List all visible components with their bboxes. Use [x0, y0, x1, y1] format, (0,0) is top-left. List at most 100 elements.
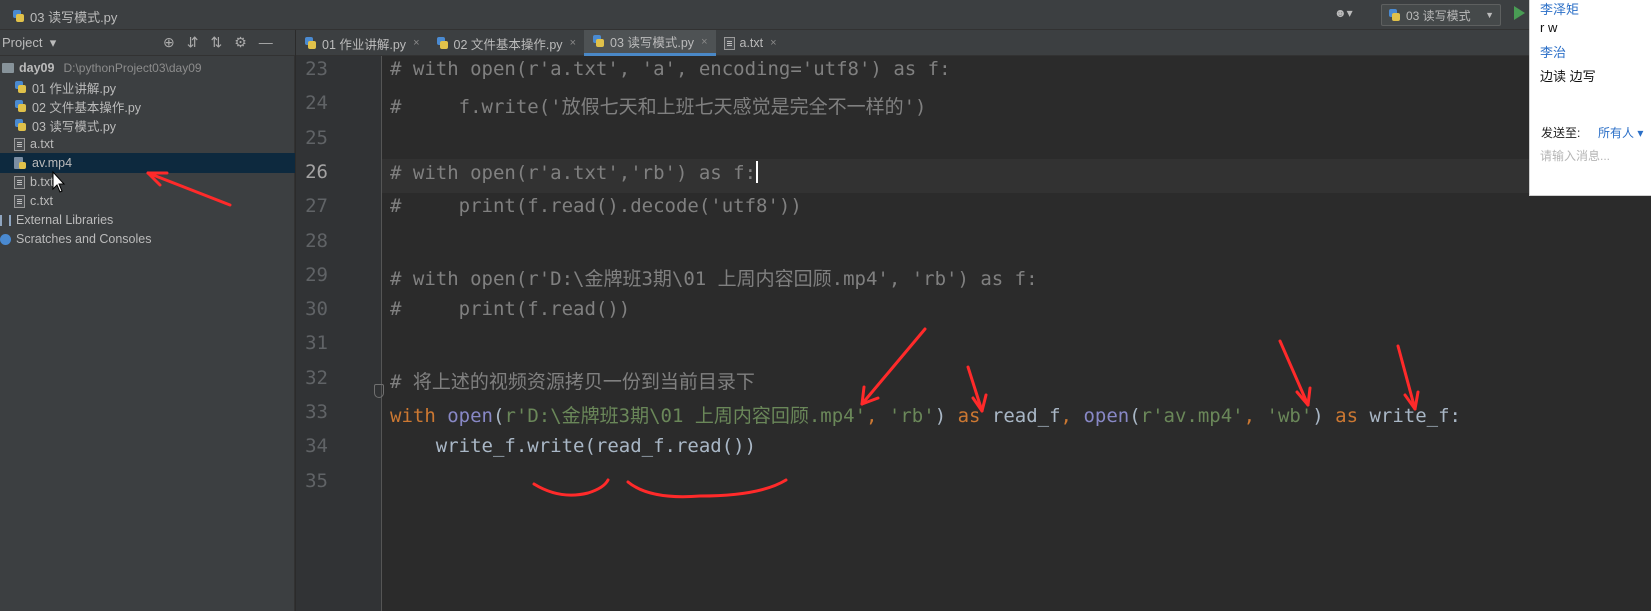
line-number: 35: [305, 469, 328, 492]
line-number: 33: [305, 401, 328, 423]
text-caret: [756, 160, 759, 183]
tree-item-label: a.txt: [30, 137, 54, 151]
tree-item-6[interactable]: b.txt: [0, 172, 295, 192]
code-line: # print(f.read()): [390, 298, 630, 320]
code-line: # f.write('放假七天和上班七天感觉是完全不一样的'): [390, 92, 926, 119]
code-token: as: [1335, 405, 1359, 427]
close-icon[interactable]: ×: [413, 37, 419, 49]
python-file-icon: [592, 35, 605, 48]
project-view-selector[interactable]: Project ▾: [2, 35, 56, 51]
code-line: write_f.write(read_f.read()): [390, 435, 756, 457]
tab-0[interactable]: 01 作业讲解.py ×: [296, 30, 428, 56]
tree-item-label: b.txt: [30, 175, 54, 189]
tree-item-8[interactable]: External Libraries: [0, 210, 295, 230]
code-token: (: [492, 405, 505, 427]
collapse-all-icon[interactable]: ⇅: [210, 34, 222, 51]
code-token: ): [934, 405, 958, 427]
chevron-down-icon: ▾: [46, 35, 57, 50]
close-icon[interactable]: ×: [701, 36, 707, 48]
python-file-icon: [14, 99, 27, 113]
tree-item-label: c.txt: [30, 194, 53, 208]
video-file-icon: [14, 156, 27, 170]
window-title: 03 读写模式.py: [12, 7, 117, 26]
code-line: # with open(r'a.txt', 'a', encoding='utf…: [390, 58, 951, 80]
recipient-dropdown[interactable]: 所有人 ▾: [1598, 124, 1643, 141]
code-editor[interactable]: [382, 56, 1651, 611]
expand-all-icon[interactable]: ⇵: [187, 34, 199, 51]
text-file-icon: [14, 194, 25, 208]
code-token: ): [1312, 405, 1336, 427]
chat-sender-name: 李泽矩: [1540, 2, 1580, 17]
code-line: # print(f.read().decode('utf8')): [390, 195, 802, 217]
tree-item-label: 02 文件基本操作.py: [32, 100, 142, 115]
chat-message-text: r w: [1540, 20, 1558, 35]
editor-tabs: 01 作业讲解.py × 02 文件基本操作.py × 03 读写模式.py × a.txt…: [296, 30, 1651, 56]
tree-item-label: av.mp4: [32, 156, 73, 170]
user-icon[interactable]: ☻▾: [1334, 6, 1353, 20]
library-icon: [0, 214, 11, 226]
tab-1[interactable]: 02 文件基本操作.py ×: [428, 30, 585, 56]
line-number: 29: [305, 263, 328, 286]
code-line: # with open(r'D:\金牌班3期\01 上周内容回顾.mp4', '…: [390, 264, 1038, 291]
line-number: 27: [305, 195, 328, 218]
python-file-icon: [436, 36, 449, 50]
tab-label: 02 文件基本操作.py: [453, 37, 563, 52]
chat-input[interactable]: 请输入消息...: [1540, 147, 1610, 164]
line-number: 23: [305, 58, 328, 80]
close-icon[interactable]: ×: [770, 37, 776, 49]
tree-item-label: Scratches and Consoles: [16, 232, 152, 246]
code-token: (: [1129, 405, 1141, 427]
tab-3[interactable]: a.txt ×: [716, 30, 785, 56]
tree-item-1[interactable]: 01 作业讲解.py: [0, 77, 295, 97]
tree-item-7[interactable]: c.txt: [0, 191, 295, 211]
code-token: open: [1083, 405, 1130, 427]
tree-item-0[interactable]: day09 D:\pythonProject03\day09: [0, 58, 295, 78]
tab-label: a.txt: [739, 36, 764, 50]
hide-icon[interactable]: —: [259, 34, 273, 51]
text-file-icon: [14, 175, 25, 189]
code-comment: # with open(r'a.txt','rb') as f:: [390, 161, 757, 184]
code-comment: # print(f.read()): [390, 298, 631, 321]
chat-message-text: 边读 边写: [1540, 69, 1596, 84]
code-line: # with open(r'a.txt','rb') as f:: [390, 160, 759, 184]
code-token: 'rb': [888, 405, 935, 427]
project-tree: day09 D:\pythonProject03\day09 01 作业讲解.py 0…: [0, 56, 295, 611]
code-token: with: [390, 405, 436, 427]
code-token: 'wb': [1266, 405, 1313, 427]
tab-2[interactable]: 03 读写模式.py ×: [584, 30, 716, 56]
code-comment: # f.write('放假七天和上班七天感觉是完全不一样的'): [390, 96, 927, 119]
tree-item-9[interactable]: Scratches and Consoles: [0, 229, 295, 249]
tree-item-5[interactable]: av.mp4: [0, 153, 295, 173]
run-icon[interactable]: [1514, 6, 1525, 20]
python-file-icon: [12, 10, 25, 23]
line-number: 32: [305, 366, 328, 389]
code-comment: # with open(r'D:\金牌班3期\01 上周内容回顾.mp4', '…: [390, 267, 1038, 290]
window-title-text: 03 读写模式.py: [30, 10, 118, 25]
project-toolbar: Project ▾ ⊕ ⇵ ⇅ ⚙ —: [0, 30, 295, 56]
python-file-icon: [14, 118, 27, 132]
code-token: ,: [1243, 405, 1267, 427]
code-token: as: [957, 405, 981, 427]
code-token: ,: [1060, 405, 1084, 427]
code-line: # 将上述的视频资源拷贝一份到当前目录下: [390, 367, 755, 394]
close-icon[interactable]: ×: [570, 37, 576, 49]
run-configuration-dropdown[interactable]: 03 读写模式 ▼: [1381, 4, 1501, 26]
gear-icon[interactable]: ⚙: [234, 34, 247, 51]
line-number: 31: [305, 332, 328, 355]
fold-marker-icon[interactable]: [374, 384, 384, 398]
tab-label: 03 读写模式.py: [610, 36, 695, 50]
project-label: Project: [2, 35, 43, 50]
tree-item-2[interactable]: 02 文件基本操作.py: [0, 96, 295, 116]
python-file-icon: [14, 80, 27, 94]
code-comment: # 将上述的视频资源拷贝一份到当前目录下: [390, 370, 755, 393]
line-number: 28: [305, 229, 328, 252]
code-line: with open(r'D:\金牌班3期\01 上周内容回顾.mp4', 'rb…: [390, 401, 1461, 428]
code-token: write_f:: [1358, 405, 1461, 427]
code-text: write_f.write(read_f.read()): [390, 435, 757, 458]
line-number: 24: [305, 92, 328, 115]
locate-icon[interactable]: ⊕: [163, 34, 175, 51]
tree-item-label: External Libraries: [16, 213, 114, 227]
tree-item-3[interactable]: 03 读写模式.py: [0, 115, 295, 135]
tree-item-4[interactable]: a.txt: [0, 134, 295, 154]
